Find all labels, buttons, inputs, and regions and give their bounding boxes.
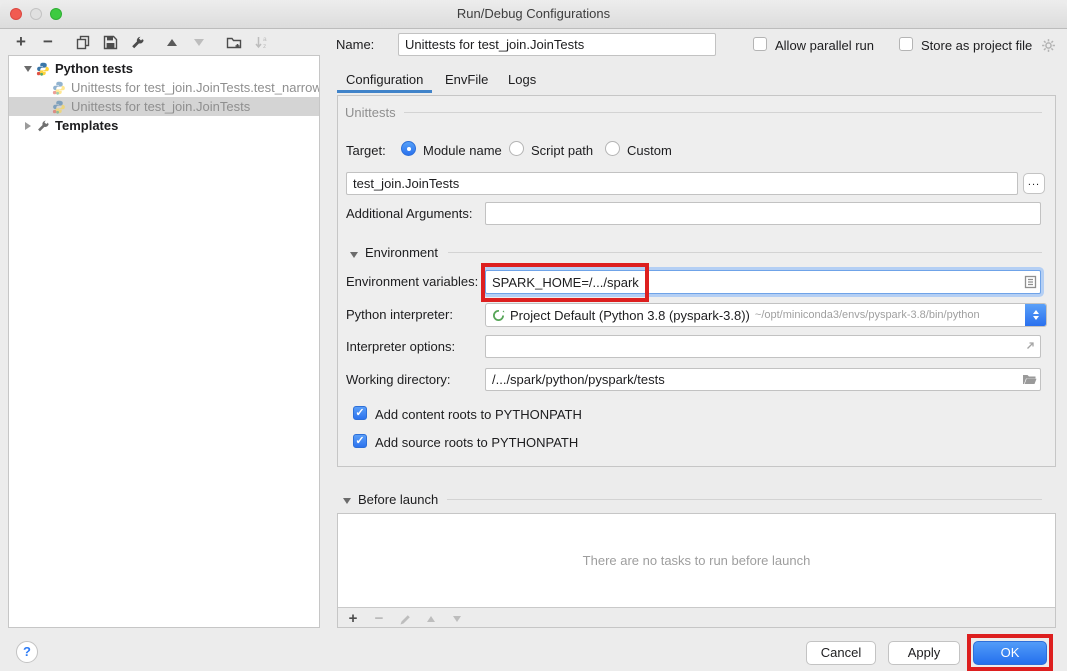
before-launch-divider [447,499,1042,500]
python-interpreter-select[interactable]: Project Default (Python 3.8 (pyspark-3.8… [485,303,1047,327]
expand-open-icon[interactable] [20,66,36,72]
target-module-name-label[interactable]: Module name [423,143,502,158]
help-button[interactable]: ? [16,641,38,663]
move-task-down-icon [450,612,464,626]
active-tab-underline [337,90,432,93]
copy-configuration-icon[interactable] [75,34,91,50]
module-name-input[interactable] [346,172,1018,195]
edit-templates-wrench-icon[interactable] [129,34,145,50]
before-launch-empty-text: There are no tasks to run before launch [583,553,811,568]
ok-button[interactable]: OK [973,641,1047,665]
tree-node-label: Python tests [55,61,133,76]
move-down-icon [191,34,207,50]
interpreter-dropdown-button[interactable] [1025,304,1046,326]
environment-collapse-icon[interactable] [350,252,358,258]
conda-env-icon [492,309,505,322]
svg-text:a: a [263,36,267,43]
templates-wrench-icon [36,119,50,133]
cancel-button[interactable]: Cancel [806,641,876,665]
before-launch-task-list[interactable]: There are no tasks to run before launch [338,514,1055,608]
environment-section-label[interactable]: Environment [365,245,438,260]
before-launch-panel: There are no tasks to run before launch … [337,513,1056,628]
add-content-roots-label[interactable]: Add content roots to PYTHONPATH [375,407,582,422]
target-script-path-radio[interactable] [509,141,524,156]
new-folder-icon[interactable] [226,34,242,50]
window-title: Run/Debug Configurations [0,6,1067,21]
tree-node-label: Unittests for test_join.JoinTests.test_n… [71,80,319,95]
python-interpreter-value: Project Default (Python 3.8 (pyspark-3.8… [510,308,750,323]
interpreter-options-input[interactable] [485,335,1041,358]
browse-module-button[interactable]: ... [1023,173,1045,194]
group-divider [404,112,1042,113]
additional-arguments-input[interactable] [485,202,1041,225]
python-tests-icon [36,62,50,76]
name-label: Name: [336,37,374,52]
target-custom-label[interactable]: Custom [627,143,672,158]
remove-configuration-icon[interactable]: − [40,34,56,50]
unittests-group-label: Unittests [345,105,396,120]
move-task-up-icon [424,612,438,626]
environment-variables-label: Environment variables: [346,274,478,289]
apply-button[interactable]: Apply [888,641,960,665]
allow-parallel-run-label[interactable]: Allow parallel run [775,38,874,53]
name-input[interactable] [398,33,716,56]
tree-node-label: Templates [55,118,118,133]
tab-envfile[interactable]: EnvFile [445,72,488,87]
tree-node-label: Unittests for test_join.JoinTests [71,99,250,114]
tree-node-jointests-selected[interactable]: Unittests for test_join.JoinTests [9,97,319,116]
target-label: Target: [346,143,386,158]
save-configuration-icon[interactable] [102,34,118,50]
tab-logs[interactable]: Logs [508,72,536,87]
before-launch-label[interactable]: Before launch [358,492,438,507]
tree-node-python-tests[interactable]: Python tests [9,59,319,78]
svg-text:z: z [263,43,266,50]
remove-task-icon: − [372,612,386,626]
configurations-tree: Python tests Unittests for test_join.Joi… [8,55,320,628]
working-directory-input[interactable] [485,368,1041,391]
gear-icon[interactable] [1040,37,1056,53]
environment-divider [448,252,1042,253]
configuration-panel: Unittests Target: Module name Script pat… [337,95,1056,467]
python-interpreter-label: Python interpreter: [346,307,453,322]
python-test-icon [52,81,66,95]
tree-node-test-narrow[interactable]: Unittests for test_join.JoinTests.test_n… [9,78,319,97]
expand-field-icon[interactable] [1022,338,1038,354]
configurations-toolbar: + − az [13,32,269,52]
edit-task-pencil-icon [398,612,412,626]
add-task-icon[interactable]: + [346,612,360,626]
browse-folder-icon[interactable] [1021,371,1037,387]
target-module-name-radio[interactable] [401,141,416,156]
add-source-roots-label[interactable]: Add source roots to PYTHONPATH [375,435,578,450]
expand-closed-icon[interactable] [20,122,36,130]
add-source-roots-checkbox[interactable]: ✓ [353,434,367,448]
target-script-path-label[interactable]: Script path [531,143,593,158]
add-configuration-icon[interactable]: + [13,34,29,50]
additional-arguments-label: Additional Arguments: [346,206,472,221]
allow-parallel-run-checkbox[interactable] [753,37,767,51]
tab-configuration[interactable]: Configuration [346,72,423,87]
add-content-roots-checkbox[interactable]: ✓ [353,406,367,420]
before-launch-toolbar: + − [346,610,464,628]
before-launch-collapse-icon[interactable] [343,498,351,504]
python-test-icon [52,100,66,114]
title-bar: Run/Debug Configurations [0,0,1067,29]
edit-environment-variables-icon[interactable] [1022,274,1038,290]
sort-configurations-icon: az [253,34,269,50]
store-as-project-file-label[interactable]: Store as project file [921,38,1032,53]
target-custom-radio[interactable] [605,141,620,156]
working-directory-label: Working directory: [346,372,451,387]
tree-node-templates[interactable]: Templates [9,116,319,135]
environment-variables-input[interactable] [485,270,1041,294]
python-interpreter-path: ~/opt/miniconda3/envs/pyspark-3.8/bin/py… [755,309,980,321]
move-up-icon[interactable] [164,34,180,50]
interpreter-options-label: Interpreter options: [346,339,455,354]
store-as-project-file-checkbox[interactable] [899,37,913,51]
